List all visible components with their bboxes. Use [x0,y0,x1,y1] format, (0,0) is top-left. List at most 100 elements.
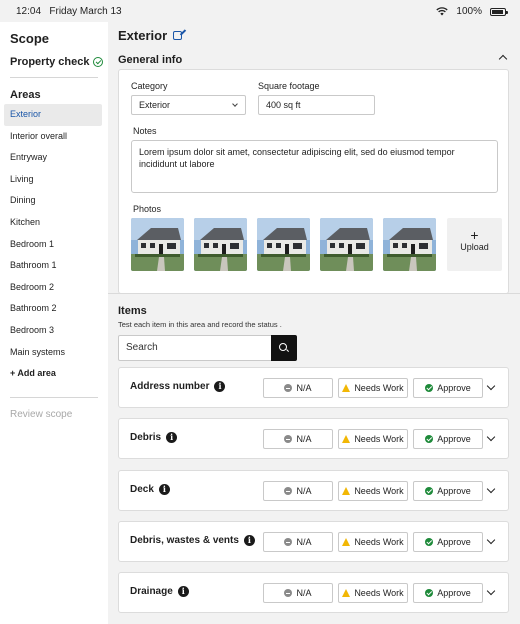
item-name: Debris, wastes & vents i [130,535,255,546]
sidebar-item[interactable]: Dining [4,190,102,212]
needs-work-button[interactable]: Needs Work [338,532,408,552]
info-icon[interactable]: i [158,484,170,495]
section-divider [108,293,520,294]
category-label: Category [131,81,168,91]
item-name: Deck i [130,484,170,495]
sidebar-item[interactable]: Main systems [4,342,102,364]
wifi-icon [436,7,449,16]
sidebar-item[interactable]: Exterior [4,104,102,126]
approve-button[interactable]: Approve [413,378,483,398]
na-button[interactable]: N/A [263,583,333,603]
info-icon[interactable]: i [214,381,226,392]
item-row: Debris, wastes & vents i N/A Needs Work Appr… [118,521,509,562]
upload-button[interactable]: + Upload [447,218,502,271]
item-name: Address number i [130,381,226,392]
sidebar-item[interactable]: Bedroom 2 [4,277,102,299]
search-button[interactable] [271,335,297,361]
na-button[interactable]: N/A [263,532,333,552]
status-time: 12:04 Friday March 13 [16,6,122,17]
warning-icon [342,435,351,443]
photo-thumbnail[interactable] [257,218,310,271]
items-heading: Items [118,305,147,317]
chevron-down-icon[interactable] [486,484,496,494]
minus-circle-icon [284,538,293,546]
na-button[interactable]: N/A [263,378,333,398]
approve-button[interactable]: Approve [413,583,483,603]
minus-circle-icon [284,589,293,597]
items-subtitle: Test each item in this area and record t… [118,320,282,329]
page-title: Exterior [118,28,183,43]
needs-work-button[interactable]: Needs Work [338,583,408,603]
photos-label: Photos [133,204,162,214]
chevron-down-icon [232,101,238,107]
sidebar-item[interactable]: Interior overall [4,126,102,148]
sidebar-divider [10,397,98,398]
status-bar: 12:04 Friday March 13 100% [0,0,520,22]
check-circle-icon [425,384,434,392]
warning-icon [342,538,351,546]
approve-button[interactable]: Approve [413,481,483,501]
minus-circle-icon [284,384,293,392]
battery-icon [490,7,508,16]
chevron-down-icon[interactable] [486,432,496,442]
minus-circle-icon [284,487,293,495]
sidebar-item[interactable]: Bathroom 1 [4,255,102,277]
square-footage-label: Square footage [258,81,320,91]
edit-icon[interactable] [173,31,183,40]
needs-work-button[interactable]: Needs Work [338,481,408,501]
warning-icon [342,384,351,392]
areas-list: Exterior Interior overall Entryway Living Di… [4,104,102,385]
item-name: Debris i [130,432,178,443]
property-check-label: Property check [10,56,90,68]
sidebar-divider [10,77,98,78]
item-row: Address number i N/A Needs Work Approve [118,367,509,408]
review-scope-button[interactable]: Review scope [10,409,72,420]
upload-label: Upload [460,242,489,252]
approve-button[interactable]: Approve [413,532,483,552]
chevron-down-icon[interactable] [486,535,496,545]
approve-button[interactable]: Approve [413,429,483,449]
sidebar-item[interactable]: Kitchen [4,212,102,234]
battery-percent: 100% [456,6,482,17]
chevron-down-icon[interactable] [486,586,496,596]
check-circle-icon [425,487,434,495]
info-icon[interactable]: i [166,432,178,443]
notes-textarea[interactable]: Lorem ipsum dolor sit amet, consectetur … [131,140,498,193]
main-content: Exterior General info Category Exterior … [108,22,520,624]
na-button[interactable]: N/A [263,429,333,449]
sidebar-item[interactable]: Bathroom 2 [4,298,102,320]
plus-icon: + [470,227,479,243]
general-info-header[interactable]: General info [118,54,510,66]
chevron-down-icon[interactable] [486,381,496,391]
sidebar-item[interactable]: Living [4,169,102,191]
sidebar-item[interactable]: Bedroom 3 [4,320,102,342]
sidebar-item[interactable]: Entryway [4,147,102,169]
warning-icon [342,487,351,495]
category-select[interactable]: Exterior [131,95,246,115]
check-circle-icon [425,435,434,443]
photo-thumbnail[interactable] [320,218,373,271]
chevron-up-icon[interactable] [498,54,508,64]
search-icon [279,343,287,351]
photo-thumbnail[interactable] [131,218,184,271]
check-circle-icon [93,57,104,67]
item-row: Drainage i N/A Needs Work Approve [118,572,509,613]
info-icon[interactable]: i [177,586,189,597]
photo-thumbnail[interactable] [194,218,247,271]
photo-thumbnail[interactable] [383,218,436,271]
sidebar-item[interactable]: Bedroom 1 [4,234,102,256]
property-check-link[interactable]: Property check [10,56,104,68]
check-circle-icon [425,538,434,546]
needs-work-button[interactable]: Needs Work [338,429,408,449]
item-name: Drainage i [130,586,189,597]
sidebar: Scope Property check Areas Exterior Inter… [0,22,108,624]
search-input[interactable]: Search [118,335,272,361]
square-footage-input[interactable]: 400 sq ft [258,95,375,115]
add-area-button[interactable]: + Add area [4,363,102,385]
needs-work-button[interactable]: Needs Work [338,378,408,398]
na-button[interactable]: N/A [263,481,333,501]
notes-label: Notes [133,126,157,136]
check-circle-icon [425,589,434,597]
item-row: Debris i N/A Needs Work Approve [118,418,509,459]
info-icon[interactable]: i [243,535,255,546]
